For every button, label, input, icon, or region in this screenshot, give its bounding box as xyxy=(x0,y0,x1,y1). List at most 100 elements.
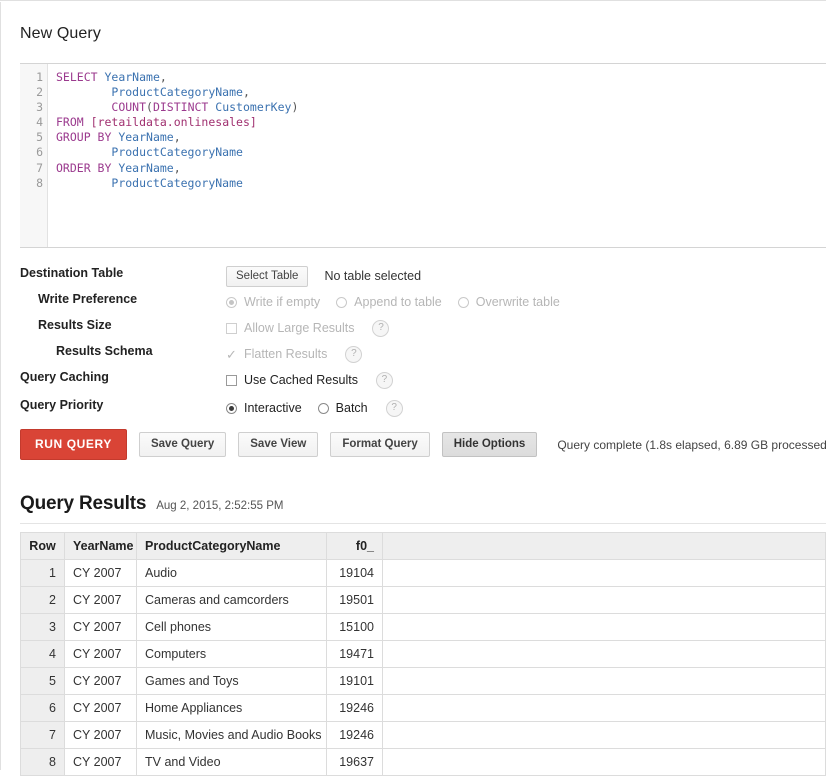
results-header: Query Results Aug 2, 2015, 2:52:55 PM xyxy=(20,493,283,515)
cell-row-number: 3 xyxy=(20,613,65,641)
editor-code-area[interactable]: SELECT YearName, ProductCategoryName, CO… xyxy=(48,64,826,247)
format-query-button[interactable]: Format Query xyxy=(330,432,430,457)
radio-icon[interactable] xyxy=(317,402,329,414)
option-row-destination-table: Destination Table Select Table No table … xyxy=(20,263,810,289)
code-token: YearName xyxy=(104,70,160,84)
save-query-button[interactable]: Save Query xyxy=(138,432,227,457)
help-icon[interactable]: ? xyxy=(375,371,393,389)
code-token: , xyxy=(173,160,181,175)
cell-row-number: 2 xyxy=(20,586,65,614)
save-view-button[interactable]: Save View xyxy=(238,432,319,457)
cell-yearname: CY 2007 xyxy=(64,586,137,614)
results-table-body: 1 CY 2007 Audio 19104 2 CY 2007 Cameras and ca… xyxy=(20,559,826,776)
batch-radio-item[interactable]: Batch xyxy=(317,401,368,415)
editor-line-number: 6 xyxy=(36,145,43,160)
editor-code-line: COUNT(DISTINCT CustomerKey) xyxy=(56,100,826,115)
editor-code-line: SELECT YearName, xyxy=(56,70,826,85)
table-row[interactable]: 4 CY 2007 Computers 19471 xyxy=(20,640,826,668)
select-table-button[interactable]: Select Table xyxy=(226,265,309,287)
results-timestamp: Aug 2, 2015, 2:52:55 PM xyxy=(156,500,284,512)
table-row[interactable]: 8 CY 2007 TV and Video 19637 xyxy=(20,748,826,776)
help-icon[interactable]: ? xyxy=(385,399,403,417)
cell-category: TV and Video xyxy=(136,748,327,776)
radio-icon[interactable] xyxy=(226,296,237,308)
allow-large-results-checkbox-item[interactable]: Allow Large Results xyxy=(226,321,354,335)
checkbox-icon[interactable] xyxy=(226,374,237,386)
interactive-radio-item[interactable]: Interactive xyxy=(226,401,302,415)
query-status-text: Query complete (1.8s elapsed, 6.89 GB pr… xyxy=(557,437,826,452)
cell-filler xyxy=(382,694,826,722)
results-table-header: Row YearName ProductCategoryName f0_ xyxy=(20,532,826,560)
cell-category: Cameras and camcorders xyxy=(136,586,327,614)
help-icon[interactable]: ? xyxy=(372,319,390,337)
results-size-label: Results Size xyxy=(38,318,112,332)
cell-filler xyxy=(382,559,826,587)
help-icon[interactable]: ? xyxy=(345,345,363,363)
column-header-yearname[interactable]: YearName xyxy=(64,532,137,560)
column-header-row[interactable]: Row xyxy=(20,532,65,560)
sql-editor[interactable]: 12345678 SELECT YearName, ProductCategor… xyxy=(20,63,826,248)
code-token: YearName xyxy=(118,130,174,145)
code-token: YearName xyxy=(118,160,174,175)
editor-line-number: 5 xyxy=(36,130,43,145)
column-header-category[interactable]: ProductCategoryName xyxy=(136,532,327,560)
table-row[interactable]: 7 CY 2007 Music, Movies and Audio Books 192… xyxy=(20,721,826,749)
cell-category: Computers xyxy=(136,640,327,668)
option-row-results-size: Results Size Allow Large Results ? xyxy=(20,315,810,341)
column-header-filler xyxy=(382,532,826,560)
code-token: ProductCategoryName xyxy=(111,85,243,100)
cell-category: Cell phones xyxy=(136,613,327,641)
table-row[interactable]: 6 CY 2007 Home Appliances 19246 xyxy=(20,694,826,722)
append-to-table-label: Append to table xyxy=(354,295,442,309)
page-title: New Query xyxy=(20,25,101,42)
cell-f0: 19471 xyxy=(326,640,383,668)
table-row[interactable]: 3 CY 2007 Cell phones 15100 xyxy=(20,613,826,641)
check-icon[interactable]: ✓ xyxy=(226,348,237,361)
radio-icon[interactable] xyxy=(336,296,348,308)
checkbox-icon[interactable] xyxy=(226,322,237,334)
batch-label: Batch xyxy=(335,401,368,415)
radio-icon[interactable] xyxy=(226,402,237,414)
cell-f0: 19246 xyxy=(326,721,383,749)
code-token: , xyxy=(242,85,250,100)
hide-options-button[interactable]: Hide Options xyxy=(441,432,538,457)
cell-row-number: 1 xyxy=(20,559,65,587)
cell-yearname: CY 2007 xyxy=(64,721,137,749)
table-row[interactable]: 5 CY 2007 Games and Toys 19101 xyxy=(20,667,826,695)
cell-f0: 19246 xyxy=(326,694,383,722)
table-row[interactable]: 2 CY 2007 Cameras and camcorders 19501 xyxy=(20,586,826,614)
query-priority-label: Query Priority xyxy=(20,398,104,412)
run-query-button[interactable]: RUN QUERY xyxy=(20,429,127,460)
append-to-table-radio-item[interactable]: Append to table xyxy=(336,295,442,309)
page-left-border xyxy=(0,2,1,770)
code-token: ) xyxy=(291,100,299,115)
code-token: ( xyxy=(146,100,153,115)
editor-line-number: 7 xyxy=(36,160,43,175)
write-preference-label: Write Preference xyxy=(38,292,138,306)
cell-filler xyxy=(382,640,826,668)
code-token: ORDER BY xyxy=(56,160,112,175)
cell-yearname: CY 2007 xyxy=(64,694,137,722)
code-token: ProductCategoryName xyxy=(111,145,243,160)
cell-f0: 19637 xyxy=(326,748,383,776)
use-cached-results-label: Use Cached Results xyxy=(244,373,358,387)
cell-yearname: CY 2007 xyxy=(64,748,137,776)
cell-category: Home Appliances xyxy=(136,694,327,722)
column-header-f0[interactable]: f0_ xyxy=(326,532,383,560)
code-token: CustomerKey xyxy=(215,100,292,115)
table-row[interactable]: 1 CY 2007 Audio 19104 xyxy=(20,559,826,587)
cell-yearname: CY 2007 xyxy=(64,559,137,587)
results-title: Query Results xyxy=(20,493,147,514)
cell-filler xyxy=(382,667,826,695)
write-if-empty-radio-item[interactable]: Write if empty xyxy=(226,295,320,309)
cell-yearname: CY 2007 xyxy=(64,613,137,641)
cell-f0: 19101 xyxy=(326,667,383,695)
editor-code-line: ProductCategoryName, xyxy=(56,85,826,100)
radio-icon[interactable] xyxy=(457,296,469,308)
overwrite-table-radio-item[interactable]: Overwrite table xyxy=(457,295,560,309)
flatten-results-checkbox-item[interactable]: ✓ Flatten Results xyxy=(226,347,327,361)
code-token: GROUP BY xyxy=(56,130,112,145)
use-cached-results-checkbox-item[interactable]: Use Cached Results xyxy=(226,373,358,387)
